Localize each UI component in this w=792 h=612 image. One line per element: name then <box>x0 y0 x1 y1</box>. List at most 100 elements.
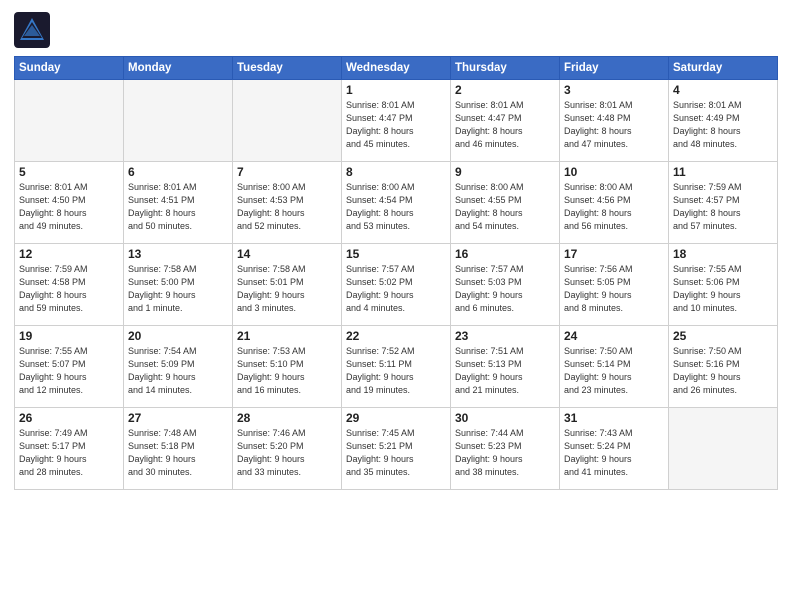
calendar-cell: 1 Sunrise: 8:01 AM Sunset: 4:47 PM Daylig… <box>342 80 451 162</box>
week-row-1: 1 Sunrise: 8:01 AM Sunset: 4:47 PM Daylig… <box>15 80 778 162</box>
day-number: 26 <box>19 411 119 425</box>
day-info: Sunrise: 8:01 AM Sunset: 4:49 PM Dayligh… <box>673 99 773 151</box>
calendar-cell: 11 Sunrise: 7:59 AM Sunset: 4:57 PM Dayli… <box>669 162 778 244</box>
day-number: 18 <box>673 247 773 261</box>
calendar-cell: 17 Sunrise: 7:56 AM Sunset: 5:05 PM Dayli… <box>560 244 669 326</box>
day-info: Sunrise: 7:51 AM Sunset: 5:13 PM Dayligh… <box>455 345 555 397</box>
day-number: 2 <box>455 83 555 97</box>
day-number: 6 <box>128 165 228 179</box>
day-info: Sunrise: 7:43 AM Sunset: 5:24 PM Dayligh… <box>564 427 664 479</box>
weekday-header-saturday: Saturday <box>669 57 778 80</box>
day-number: 19 <box>19 329 119 343</box>
day-info: Sunrise: 8:01 AM Sunset: 4:47 PM Dayligh… <box>455 99 555 151</box>
day-info: Sunrise: 7:58 AM Sunset: 5:01 PM Dayligh… <box>237 263 337 315</box>
calendar-cell: 8 Sunrise: 8:00 AM Sunset: 4:54 PM Daylig… <box>342 162 451 244</box>
calendar-cell <box>124 80 233 162</box>
day-number: 4 <box>673 83 773 97</box>
calendar-cell: 29 Sunrise: 7:45 AM Sunset: 5:21 PM Dayli… <box>342 408 451 490</box>
week-row-2: 5 Sunrise: 8:01 AM Sunset: 4:50 PM Daylig… <box>15 162 778 244</box>
day-number: 31 <box>564 411 664 425</box>
page: SundayMondayTuesdayWednesdayThursdayFrid… <box>0 0 792 612</box>
logo-icon <box>14 12 50 48</box>
calendar-cell <box>15 80 124 162</box>
calendar-cell: 19 Sunrise: 7:55 AM Sunset: 5:07 PM Dayli… <box>15 326 124 408</box>
day-info: Sunrise: 7:59 AM Sunset: 4:57 PM Dayligh… <box>673 181 773 233</box>
day-info: Sunrise: 8:00 AM Sunset: 4:56 PM Dayligh… <box>564 181 664 233</box>
day-number: 14 <box>237 247 337 261</box>
day-number: 9 <box>455 165 555 179</box>
calendar-cell: 31 Sunrise: 7:43 AM Sunset: 5:24 PM Dayli… <box>560 408 669 490</box>
day-info: Sunrise: 7:58 AM Sunset: 5:00 PM Dayligh… <box>128 263 228 315</box>
calendar-cell: 13 Sunrise: 7:58 AM Sunset: 5:00 PM Dayli… <box>124 244 233 326</box>
day-number: 22 <box>346 329 446 343</box>
day-info: Sunrise: 8:01 AM Sunset: 4:48 PM Dayligh… <box>564 99 664 151</box>
calendar-cell: 15Sunrise: 7:57 AM Sunset: 5:02 PM Dayli… <box>342 244 451 326</box>
day-number: 1 <box>346 83 446 97</box>
day-number: 16 <box>455 247 555 261</box>
day-number: 20 <box>128 329 228 343</box>
day-info: Sunrise: 8:00 AM Sunset: 4:53 PM Dayligh… <box>237 181 337 233</box>
day-info: Sunrise: 7:55 AM Sunset: 5:07 PM Dayligh… <box>19 345 119 397</box>
week-row-5: 26Sunrise: 7:49 AM Sunset: 5:17 PM Dayli… <box>15 408 778 490</box>
day-number: 21 <box>237 329 337 343</box>
day-number: 25 <box>673 329 773 343</box>
day-info: Sunrise: 7:53 AM Sunset: 5:10 PM Dayligh… <box>237 345 337 397</box>
day-info: Sunrise: 7:50 AM Sunset: 5:14 PM Dayligh… <box>564 345 664 397</box>
calendar-cell: 10 Sunrise: 8:00 AM Sunset: 4:56 PM Dayli… <box>560 162 669 244</box>
day-number: 27 <box>128 411 228 425</box>
calendar-cell: 28 Sunrise: 7:46 AM Sunset: 5:20 PM Dayli… <box>233 408 342 490</box>
day-number: 5 <box>19 165 119 179</box>
day-number: 12 <box>19 247 119 261</box>
day-number: 11 <box>673 165 773 179</box>
calendar-cell <box>669 408 778 490</box>
day-info: Sunrise: 8:01 AM Sunset: 4:47 PM Dayligh… <box>346 99 446 151</box>
weekday-header-monday: Monday <box>124 57 233 80</box>
day-number: 3 <box>564 83 664 97</box>
day-number: 8 <box>346 165 446 179</box>
day-info: Sunrise: 7:52 AM Sunset: 5:11 PM Dayligh… <box>346 345 446 397</box>
day-number: 24 <box>564 329 664 343</box>
calendar-cell: 30Sunrise: 7:44 AM Sunset: 5:23 PM Dayli… <box>451 408 560 490</box>
day-number: 29 <box>346 411 446 425</box>
calendar-cell: 22 Sunrise: 7:52 AM Sunset: 5:11 PM Dayli… <box>342 326 451 408</box>
day-number: 17 <box>564 247 664 261</box>
calendar-cell: 23 Sunrise: 7:51 AM Sunset: 5:13 PM Dayli… <box>451 326 560 408</box>
weekday-header-thursday: Thursday <box>451 57 560 80</box>
day-info: Sunrise: 7:57 AM Sunset: 5:02 PM Dayligh… <box>346 263 446 315</box>
calendar-cell: 27 Sunrise: 7:48 AM Sunset: 5:18 PM Dayli… <box>124 408 233 490</box>
day-info: Sunrise: 7:54 AM Sunset: 5:09 PM Dayligh… <box>128 345 228 397</box>
day-info: Sunrise: 8:01 AM Sunset: 4:50 PM Dayligh… <box>19 181 119 233</box>
calendar-cell: 5 Sunrise: 8:01 AM Sunset: 4:50 PM Daylig… <box>15 162 124 244</box>
calendar-cell: 6 Sunrise: 8:01 AM Sunset: 4:51 PM Daylig… <box>124 162 233 244</box>
calendar-cell: 3 Sunrise: 8:01 AM Sunset: 4:48 PM Daylig… <box>560 80 669 162</box>
day-number: 23 <box>455 329 555 343</box>
day-number: 28 <box>237 411 337 425</box>
day-info: Sunrise: 7:48 AM Sunset: 5:18 PM Dayligh… <box>128 427 228 479</box>
calendar-cell: 7Sunrise: 8:00 AM Sunset: 4:53 PM Daylig… <box>233 162 342 244</box>
day-info: Sunrise: 7:56 AM Sunset: 5:05 PM Dayligh… <box>564 263 664 315</box>
weekday-header-row: SundayMondayTuesdayWednesdayThursdayFrid… <box>15 57 778 80</box>
day-number: 13 <box>128 247 228 261</box>
calendar-cell: 4 Sunrise: 8:01 AM Sunset: 4:49 PM Daylig… <box>669 80 778 162</box>
day-info: Sunrise: 7:46 AM Sunset: 5:20 PM Dayligh… <box>237 427 337 479</box>
calendar-cell: 12Sunrise: 7:59 AM Sunset: 4:58 PM Dayli… <box>15 244 124 326</box>
calendar-cell: 18 Sunrise: 7:55 AM Sunset: 5:06 PM Dayli… <box>669 244 778 326</box>
day-info: Sunrise: 7:44 AM Sunset: 5:23 PM Dayligh… <box>455 427 555 479</box>
day-number: 10 <box>564 165 664 179</box>
calendar-cell: 24 Sunrise: 7:50 AM Sunset: 5:14 PM Dayli… <box>560 326 669 408</box>
week-row-4: 19 Sunrise: 7:55 AM Sunset: 5:07 PM Dayli… <box>15 326 778 408</box>
calendar-cell: 26Sunrise: 7:49 AM Sunset: 5:17 PM Dayli… <box>15 408 124 490</box>
weekday-header-wednesday: Wednesday <box>342 57 451 80</box>
weekday-header-friday: Friday <box>560 57 669 80</box>
calendar-cell: 16Sunrise: 7:57 AM Sunset: 5:03 PM Dayli… <box>451 244 560 326</box>
day-info: Sunrise: 7:55 AM Sunset: 5:06 PM Dayligh… <box>673 263 773 315</box>
calendar-cell: 25Sunrise: 7:50 AM Sunset: 5:16 PM Dayli… <box>669 326 778 408</box>
day-info: Sunrise: 8:00 AM Sunset: 4:54 PM Dayligh… <box>346 181 446 233</box>
day-info: Sunrise: 8:01 AM Sunset: 4:51 PM Dayligh… <box>128 181 228 233</box>
day-info: Sunrise: 8:00 AM Sunset: 4:55 PM Dayligh… <box>455 181 555 233</box>
day-info: Sunrise: 7:45 AM Sunset: 5:21 PM Dayligh… <box>346 427 446 479</box>
header <box>14 12 778 48</box>
calendar-cell: 2 Sunrise: 8:01 AM Sunset: 4:47 PM Daylig… <box>451 80 560 162</box>
calendar-cell: 14 Sunrise: 7:58 AM Sunset: 5:01 PM Dayli… <box>233 244 342 326</box>
calendar-cell: 20 Sunrise: 7:54 AM Sunset: 5:09 PM Dayli… <box>124 326 233 408</box>
